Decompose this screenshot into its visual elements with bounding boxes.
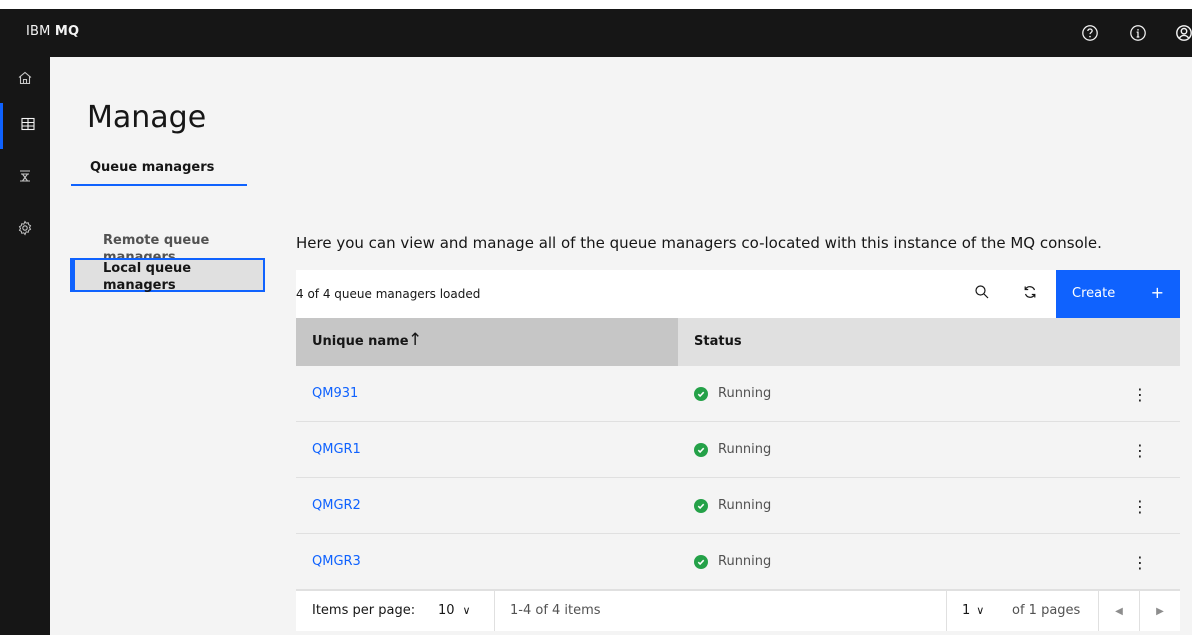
- pagination: Items per page: 10 ∨ 1-4 of 4 items 1 ∨ of…: [296, 590, 1180, 631]
- queue-managers-table: 4 of 4 queue managers loaded Create + Un…: [296, 270, 1180, 631]
- tab-queue-managers[interactable]: Queue managers: [71, 153, 247, 186]
- app-frame: IBM MQ Manage Queue managers Remote queu…: [0, 9, 1192, 635]
- column-label: Unique name: [312, 334, 409, 349]
- top-header: IBM MQ: [0, 9, 1192, 57]
- refresh-button[interactable]: [1006, 270, 1054, 318]
- page-title: Manage: [87, 100, 207, 135]
- main-content: Remote queue managers Local queue manage…: [50, 188, 1192, 635]
- total-pages: of 1 pages: [1012, 603, 1081, 618]
- overflow-menu-icon[interactable]: ⋮: [1124, 546, 1156, 578]
- create-button[interactable]: Create +: [1056, 270, 1180, 318]
- overflow-menu-icon[interactable]: ⋮: [1124, 434, 1156, 466]
- overflow-menu-icon[interactable]: ⋮: [1124, 490, 1156, 522]
- queue-manager-link[interactable]: QMGR1: [312, 442, 361, 457]
- nav-settings[interactable]: [0, 207, 50, 253]
- checkmark-filled-icon: [694, 499, 708, 513]
- page-header: Manage Queue managers: [50, 57, 1192, 188]
- nav-manage[interactable]: [0, 103, 53, 149]
- topology-icon: [17, 168, 33, 188]
- subnav-local-queue-managers[interactable]: Local queue managers: [70, 258, 265, 293]
- divider: [946, 591, 947, 631]
- search-icon: [974, 284, 990, 304]
- checkmark-filled-icon: [694, 387, 708, 401]
- previous-page-button[interactable]: ◀: [1099, 591, 1139, 631]
- status-text: Running: [718, 554, 772, 569]
- plus-icon: +: [1150, 283, 1164, 302]
- checkmark-filled-icon: [694, 555, 708, 569]
- refresh-icon: [1022, 284, 1038, 304]
- status-text: Running: [718, 386, 772, 401]
- info-icon[interactable]: [1128, 23, 1148, 43]
- table-row: QMGR2 Running ⋮: [296, 478, 1180, 534]
- overflow-menu-icon[interactable]: ⋮: [1124, 378, 1156, 410]
- manage-icon: [20, 116, 36, 136]
- table-header: Unique name ↑ Status: [296, 318, 1180, 366]
- side-rail: [0, 57, 53, 635]
- create-label: Create: [1072, 286, 1116, 301]
- status-text: Running: [718, 442, 772, 457]
- next-page-button[interactable]: ▶: [1140, 591, 1180, 631]
- settings-icon: [17, 220, 33, 240]
- table-row: QMGR1 Running ⋮: [296, 422, 1180, 478]
- page-description: Here you can view and manage all of the …: [296, 234, 1102, 252]
- subnav-remote-queue-managers[interactable]: Remote queue managers: [70, 224, 265, 265]
- loaded-count: 4 of 4 queue managers loaded: [296, 287, 481, 301]
- table-toolbar: 4 of 4 queue managers loaded Create +: [296, 270, 1180, 318]
- items-per-page-label: Items per page:: [312, 603, 416, 618]
- subnav-label: Local queue managers: [103, 261, 192, 293]
- table-row: QM931 Running ⋮: [296, 366, 1180, 422]
- help-icon[interactable]: [1080, 23, 1100, 43]
- column-header-unique-name[interactable]: Unique name ↑: [296, 318, 678, 366]
- tab-active-indicator: [71, 184, 247, 186]
- status-text: Running: [718, 498, 772, 513]
- chevron-down-icon: ∨: [462, 604, 471, 617]
- queue-manager-link[interactable]: QMGR2: [312, 498, 361, 513]
- table-body: QM931 Running ⋮ QMGR1 Running ⋮ QMGR2 Ru…: [296, 366, 1180, 590]
- home-icon: [17, 70, 33, 90]
- current-page-value: 1: [962, 603, 971, 618]
- caret-left-icon: ◀: [1115, 605, 1123, 617]
- product-logo[interactable]: IBM MQ: [26, 24, 79, 39]
- divider: [494, 591, 495, 631]
- chevron-down-icon: ∨: [976, 604, 985, 617]
- brand-product: MQ: [54, 24, 80, 39]
- caret-right-icon: ▶: [1156, 605, 1164, 617]
- brand-prefix: IBM: [26, 24, 51, 39]
- active-indicator: [72, 260, 75, 290]
- sub-navigation: Remote queue managers Local queue manage…: [70, 224, 265, 293]
- search-button[interactable]: [958, 270, 1006, 318]
- column-header-status: Status: [694, 334, 742, 349]
- tab-label: Queue managers: [90, 160, 215, 175]
- item-range: 1-4 of 4 items: [510, 603, 601, 618]
- sort-ascending-icon: ↑: [408, 330, 423, 350]
- nav-home[interactable]: [0, 57, 50, 103]
- page-size-value: 10: [438, 603, 455, 618]
- queue-manager-link[interactable]: QMGR3: [312, 554, 361, 569]
- checkmark-filled-icon: [694, 443, 708, 457]
- nav-topology[interactable]: [0, 155, 50, 201]
- page-size-select[interactable]: 10 ∨: [438, 603, 471, 618]
- user-icon[interactable]: [1174, 23, 1192, 43]
- table-row: QMGR3 Running ⋮: [296, 534, 1180, 590]
- queue-manager-link[interactable]: QM931: [312, 386, 358, 401]
- page-select[interactable]: 1 ∨: [962, 603, 984, 618]
